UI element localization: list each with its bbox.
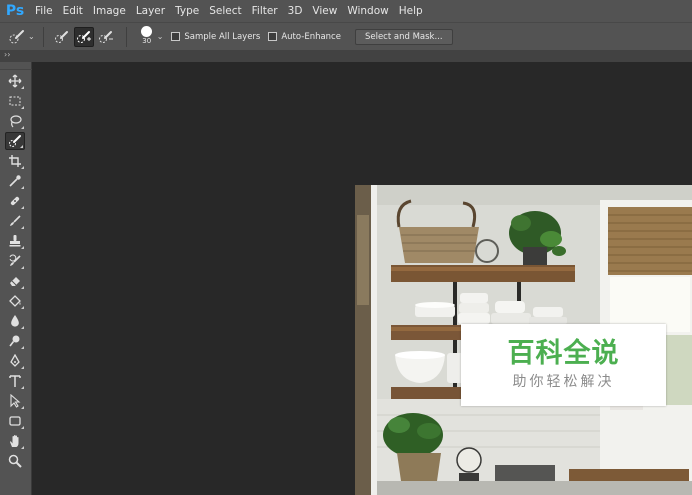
clone-stamp-tool[interactable] xyxy=(5,232,25,250)
menu-help[interactable]: Help xyxy=(394,0,428,22)
history-brush-icon xyxy=(9,254,21,266)
divider xyxy=(42,26,44,47)
panel-collapse-strip: ›› xyxy=(0,50,692,62)
subtract-from-selection-button[interactable] xyxy=(96,27,116,47)
canvas-area[interactable]: 628 xyxy=(33,62,692,495)
rectangle-icon xyxy=(9,416,21,426)
paint-bucket-tool[interactable] xyxy=(5,292,25,310)
watermark-badge: 百科全说 助你轻松解决 xyxy=(461,324,666,406)
tool-preset-picker[interactable]: ⌄ xyxy=(8,26,35,48)
brush-tip-icon xyxy=(141,25,153,37)
chevron-down-icon: ⌄ xyxy=(28,32,35,41)
tools-panel xyxy=(0,62,32,495)
tools-panel-grip[interactable] xyxy=(0,62,32,70)
blur-drop-icon xyxy=(11,315,19,327)
brush-size-value: 30 xyxy=(142,36,152,45)
chevron-down-icon[interactable]: ⌄ xyxy=(157,32,164,41)
hand-icon xyxy=(10,435,19,447)
blur-tool[interactable] xyxy=(5,312,25,330)
eraser-tool[interactable] xyxy=(5,272,25,290)
menu-edit[interactable]: Edit xyxy=(58,0,88,22)
eraser-icon xyxy=(10,277,20,286)
menu-file[interactable]: File xyxy=(30,0,58,22)
crop-tool[interactable] xyxy=(5,152,25,170)
watermark-subtitle: 助你轻松解决 xyxy=(512,374,615,390)
options-bar: ⌄ 30 ⌄ Sample All Layers Auto-Enhance Se… xyxy=(0,22,692,50)
new-selection-button[interactable] xyxy=(52,27,72,47)
menu-items: File Edit Image Layer Type Select Filter… xyxy=(30,0,428,22)
quick-selection-tool[interactable] xyxy=(5,132,25,150)
pen-icon xyxy=(10,354,20,367)
auto-enhance-label: Auto-Enhance xyxy=(281,31,341,42)
stamp-icon xyxy=(9,235,21,247)
path-selection-tool[interactable] xyxy=(5,392,25,410)
type-tool[interactable] xyxy=(5,372,25,390)
marquee-icon xyxy=(9,96,21,106)
dodge-icon xyxy=(9,335,20,347)
photoshop-logo[interactable]: Ps xyxy=(0,0,30,22)
menu-image[interactable]: Image xyxy=(88,0,131,22)
auto-enhance-checkbox[interactable] xyxy=(268,32,278,41)
menu-type[interactable]: Type xyxy=(170,0,204,22)
menu-view[interactable]: View xyxy=(307,0,342,22)
bandage-icon xyxy=(10,196,20,206)
rectangular-marquee-tool[interactable] xyxy=(5,92,25,110)
menu-window[interactable]: Window xyxy=(342,0,393,22)
sample-all-layers-label: Sample All Layers xyxy=(184,31,261,42)
lasso-icon xyxy=(10,115,22,128)
brush-icon xyxy=(10,215,21,226)
photoshop-window: Ps File Edit Image Layer Type Select Fil… xyxy=(0,0,692,495)
sample-all-layers-option[interactable]: Sample All Layers xyxy=(171,32,260,42)
new-selection-icon xyxy=(54,30,68,43)
rectangle-tool[interactable] xyxy=(5,412,25,430)
brush-size-picker[interactable]: 30 xyxy=(139,25,155,49)
add-to-selection-icon xyxy=(76,30,91,43)
menu-layer[interactable]: Layer xyxy=(131,0,170,22)
quick-selection-preset-icon xyxy=(9,29,24,43)
zoom-tool[interactable] xyxy=(5,452,25,470)
subtract-from-selection-icon xyxy=(98,30,113,43)
menu-bar: Ps File Edit Image Layer Type Select Fil… xyxy=(0,0,692,22)
move-icon xyxy=(8,74,22,88)
history-brush-tool[interactable] xyxy=(5,252,25,270)
paint-bucket-icon xyxy=(9,295,21,307)
pen-tool[interactable] xyxy=(5,352,25,370)
eyedropper-tool[interactable] xyxy=(5,172,25,190)
watermark-title: 百科全说 xyxy=(507,338,620,369)
eyedropper-icon xyxy=(9,175,21,187)
dodge-tool[interactable] xyxy=(5,332,25,350)
brush-tool[interactable] xyxy=(5,212,25,230)
auto-enhance-option[interactable]: Auto-Enhance xyxy=(268,32,341,42)
type-icon xyxy=(9,375,21,387)
menu-3d[interactable]: 3D xyxy=(283,0,308,22)
menu-select[interactable]: Select xyxy=(204,0,246,22)
crop-icon xyxy=(9,155,21,167)
move-tool[interactable] xyxy=(5,72,25,90)
hand-tool[interactable] xyxy=(5,432,25,450)
add-to-selection-button[interactable] xyxy=(73,26,94,47)
lasso-tool[interactable] xyxy=(5,112,25,130)
divider xyxy=(125,26,127,47)
spot-healing-brush-tool[interactable] xyxy=(5,192,25,210)
arrow-pointer-icon xyxy=(10,394,21,408)
menu-filter[interactable]: Filter xyxy=(247,0,283,22)
sample-all-layers-checkbox[interactable] xyxy=(171,32,181,41)
select-and-mask-button[interactable]: Select and Mask... xyxy=(354,28,453,45)
expand-panels-icon[interactable]: ›› xyxy=(4,50,692,60)
magnifier-icon xyxy=(8,454,22,468)
